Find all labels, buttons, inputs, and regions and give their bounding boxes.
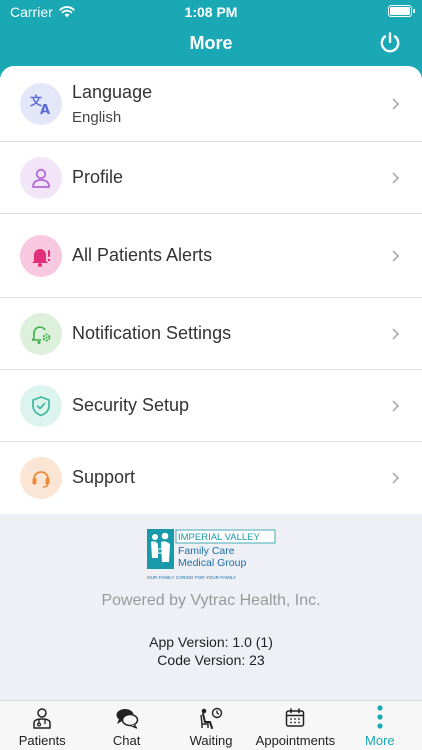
settings-menu: 文 A Language English Profile All Patient… [0,66,422,514]
menu-item-label: Security Setup [72,395,190,415]
chevron-right-icon [392,172,400,184]
shield-check-icon [20,385,62,427]
bell-alert-icon [20,235,62,277]
page-title: More [189,33,233,53]
menu-item-label: Notification Settings [72,323,232,343]
chevron-right-icon [392,400,400,412]
menu-item-notification-settings[interactable]: Notification Settings [0,298,422,370]
more-vertical-icon [377,705,383,729]
calendar-icon [286,708,305,727]
logo-line-3: Medical Group [178,557,246,569]
app-version: App Version: 1.0 (1) [149,634,273,650]
menu-item-label: Profile [72,167,124,187]
menu-item-all-patients-alerts[interactable]: All Patients Alerts [0,214,422,298]
waiting-chair-icon [200,707,223,729]
svg-text:A: A [40,103,50,116]
tab-more[interactable]: More [338,701,422,750]
logo-line-1: IMPERIAL VALLEY [178,532,261,543]
language-value: English [72,109,122,126]
tab-label: Appointments [255,733,336,748]
tab-label: Chat [112,733,141,748]
chat-icon [116,709,138,729]
logo-tagline: OUR FAMILY CARING FOR YOUR FAMILY [147,575,236,580]
logo-line-2: Family Care [178,545,235,557]
about-section: IMPERIAL VALLEY Family Care Medical Grou… [0,514,422,700]
menu-item-label: All Patients Alerts [72,245,213,265]
menu-item-support[interactable]: Support [0,442,422,514]
chevron-right-icon [392,472,400,484]
status-time: 1:08 PM [184,4,238,20]
battery-icon [388,5,415,17]
code-version: Code Version: 23 [157,652,265,668]
company-logo: IMPERIAL VALLEY Family Care Medical Grou… [147,529,276,580]
tab-label: More [365,733,395,748]
chevron-right-icon [392,250,400,262]
tab-chat[interactable]: Chat [84,701,168,750]
status-bar: Carrier 1:08 PM [0,0,422,24]
headset-icon [20,457,62,499]
menu-item-security-setup[interactable]: Security Setup [0,370,422,442]
chevron-right-icon [392,98,400,110]
tab-appointments[interactable]: Appointments [253,701,337,750]
user-icon [20,157,62,199]
powered-by-text: Powered by Vytrac Health, Inc. [101,592,321,609]
menu-item-profile[interactable]: Profile [0,142,422,214]
power-icon[interactable] [378,31,402,55]
bell-gear-icon [20,313,62,355]
tab-label: Patients [18,733,66,748]
menu-item-label: Language [72,82,153,102]
tab-label: Waiting [189,733,233,748]
doctor-icon [33,708,51,729]
bottom-tab-bar: Patients Chat Waiting Appointments More [0,700,422,750]
menu-item-label: Support [72,467,136,487]
menu-item-language[interactable]: 文 A Language English [0,66,422,142]
chevron-right-icon [392,328,400,340]
tab-patients[interactable]: Patients [0,701,84,750]
tab-waiting[interactable]: Waiting [169,701,253,750]
translate-icon: 文 A [20,83,62,125]
